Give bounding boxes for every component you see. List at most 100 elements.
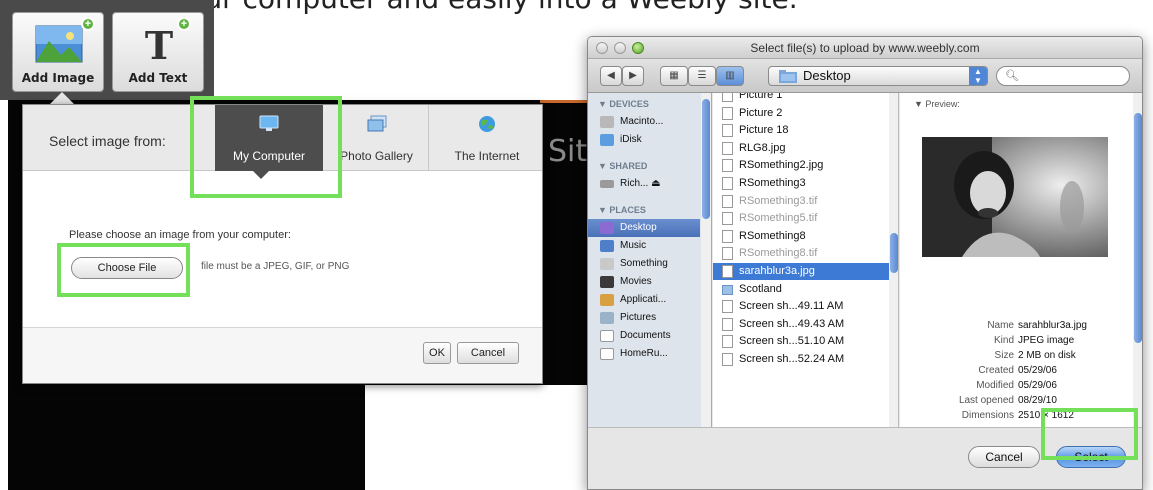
column-view-button[interactable]: ▥ [716, 66, 744, 86]
highlight-select-button [1041, 408, 1138, 460]
sidebar-item-rich[interactable]: Rich... ⏏ [588, 175, 700, 193]
file-list-item[interactable]: RSomething8.tif [713, 245, 889, 262]
sidebar-item-label: Macinto... [620, 116, 664, 127]
file-list-item[interactable]: RSomething2.jpg [713, 157, 889, 174]
globe-icon [479, 116, 495, 132]
ok-button[interactable]: OK [423, 342, 451, 364]
metadata-key: Dimensions [961, 410, 1014, 421]
preview-photo [922, 137, 1108, 257]
icon-view-button[interactable]: ▦ [660, 66, 688, 86]
file-list-item[interactable]: Screen sh...51.10 AM [713, 333, 889, 350]
grid-icon: ▦ [669, 70, 679, 81]
location-popup[interactable]: Desktop ▲ ▼ [768, 66, 988, 86]
file-list-item[interactable]: RSomething3 [713, 175, 889, 192]
metadata-row: Kind JPEG image [900, 334, 1130, 348]
file-name: Screen sh...52.24 AM [739, 353, 845, 365]
sidebar-item-idisk[interactable]: iDisk [588, 131, 700, 149]
cancel-button[interactable]: Cancel [457, 342, 519, 364]
sidebar-item-label: Documents [620, 330, 671, 341]
finder-sidebar: ▼ DEVICES Macinto... iDisk ▼ SHARED Rich… [588, 93, 712, 427]
add-text-label: Add Text [128, 71, 188, 85]
file-list-item[interactable]: Picture 1 [713, 93, 889, 104]
tab-the-internet[interactable]: The Internet [431, 105, 543, 171]
tab-label: The Internet [454, 149, 520, 163]
screenshot-stage: Image from your computer and easily into… [0, 0, 1153, 490]
back-button[interactable]: ◀ [600, 66, 622, 86]
sidebar-item-documents[interactable]: Documents [588, 327, 700, 345]
folder-icon [779, 70, 797, 83]
sidebar-item-music[interactable]: Music [588, 237, 700, 255]
file-list-item[interactable]: RSomething8 [713, 228, 889, 245]
metadata-value: 05/29/06 [1018, 380, 1057, 391]
file-name: RSomething5.tif [739, 212, 818, 225]
file-list-item[interactable]: RLG8.jpg [713, 140, 889, 157]
file-name: Screen sh...49.11 AM [739, 300, 844, 313]
file-icon [722, 93, 733, 102]
applications-icon [600, 294, 614, 306]
metadata-key: Size [994, 350, 1014, 361]
file-list-item[interactable]: Screen sh...49.43 AM [713, 316, 889, 333]
header-accent-line [540, 100, 590, 103]
file-name: RSomething8 [739, 229, 806, 242]
sidebar-item-label: iDisk [620, 134, 642, 145]
list-icon: ☰ [697, 70, 707, 81]
home-icon [600, 258, 614, 270]
sidebar-item-applications[interactable]: Applicati... [588, 291, 700, 309]
file-list-item[interactable]: Scotland [713, 281, 889, 298]
metadata-value: sarahblur3a.jpg [1018, 320, 1087, 331]
shared-heading: ▼ SHARED [598, 161, 648, 171]
file-icon [722, 124, 733, 138]
metadata-value: 05/29/06 [1018, 365, 1057, 376]
sidebar-item-home[interactable]: Something [588, 255, 700, 273]
file-list-item[interactable]: Screen sh...49.11 AM [713, 298, 889, 315]
network-computer-icon [600, 180, 614, 188]
sidebar-item-movies[interactable]: Movies [588, 273, 700, 291]
sidebar-item-label: HomeRu... [620, 348, 668, 359]
file-name: sarahblur3a.jpg [739, 265, 815, 277]
sidebar-scrollbar[interactable] [701, 93, 711, 427]
file-list-item[interactable]: sarahblur3a.jpg [713, 263, 889, 280]
file-list-item[interactable]: Screen sh...52.24 AM [713, 351, 889, 368]
file-name: RSomething3.tif [739, 194, 818, 207]
list-view-button[interactable]: ☰ [688, 66, 716, 86]
file-list-scrollbar[interactable] [889, 93, 898, 427]
file-icon [722, 159, 733, 173]
file-chooser-toolbar: ◀ ▶ ▦ ☰ ▥ Desktop ▲ ▼ 🔍︎ [588, 59, 1142, 93]
text-icon: T [145, 25, 173, 63]
file-name: RSomething3 [739, 177, 806, 189]
window-titlebar: Select file(s) to upload by www.weebly.c… [588, 37, 1142, 59]
search-icon: 🔍︎ [1005, 70, 1019, 82]
hard-drive-icon [600, 116, 614, 128]
sidebar-item-label: Rich... ⏏ [620, 178, 661, 189]
metadata-key: Created [978, 365, 1014, 376]
file-icon [722, 300, 733, 314]
documents-icon [600, 330, 614, 342]
file-list-item[interactable]: RSomething5.tif [713, 210, 889, 227]
file-name: Picture 2 [739, 106, 783, 119]
sidebar-item-pictures[interactable]: Pictures [588, 309, 700, 327]
add-image-button[interactable]: + Add Image [12, 12, 104, 92]
preview-scrollbar[interactable] [1133, 93, 1142, 427]
metadata-value: JPEG image [1018, 335, 1075, 346]
scroll-thumb[interactable] [1134, 113, 1142, 343]
file-icon [722, 212, 733, 226]
file-list-item[interactable]: RSomething3.tif [713, 193, 889, 210]
add-text-button[interactable]: T + Add Text [112, 12, 204, 92]
file-list-item[interactable]: Picture 2 [713, 105, 889, 122]
sidebar-item-desktop[interactable]: Desktop [588, 219, 700, 237]
cancel-file-button[interactable]: Cancel [968, 446, 1040, 468]
select-from-label: Select image from: [49, 133, 166, 149]
search-field[interactable]: 🔍︎ [996, 66, 1130, 86]
movies-icon [600, 276, 614, 288]
dialog-pointer [50, 92, 74, 104]
file-list-item[interactable]: Picture 18 [713, 122, 889, 139]
scroll-thumb[interactable] [890, 233, 898, 273]
folder-icon [722, 284, 733, 295]
plus-icon: + [81, 17, 95, 31]
dialog-footer: OK Cancel [23, 327, 542, 383]
location-label: Desktop [803, 68, 851, 83]
sidebar-item-homeru[interactable]: HomeRu... [588, 345, 700, 363]
forward-button[interactable]: ▶ [622, 66, 644, 86]
sidebar-item-macintosh-hd[interactable]: Macinto... [588, 113, 700, 131]
scroll-thumb[interactable] [702, 99, 710, 219]
